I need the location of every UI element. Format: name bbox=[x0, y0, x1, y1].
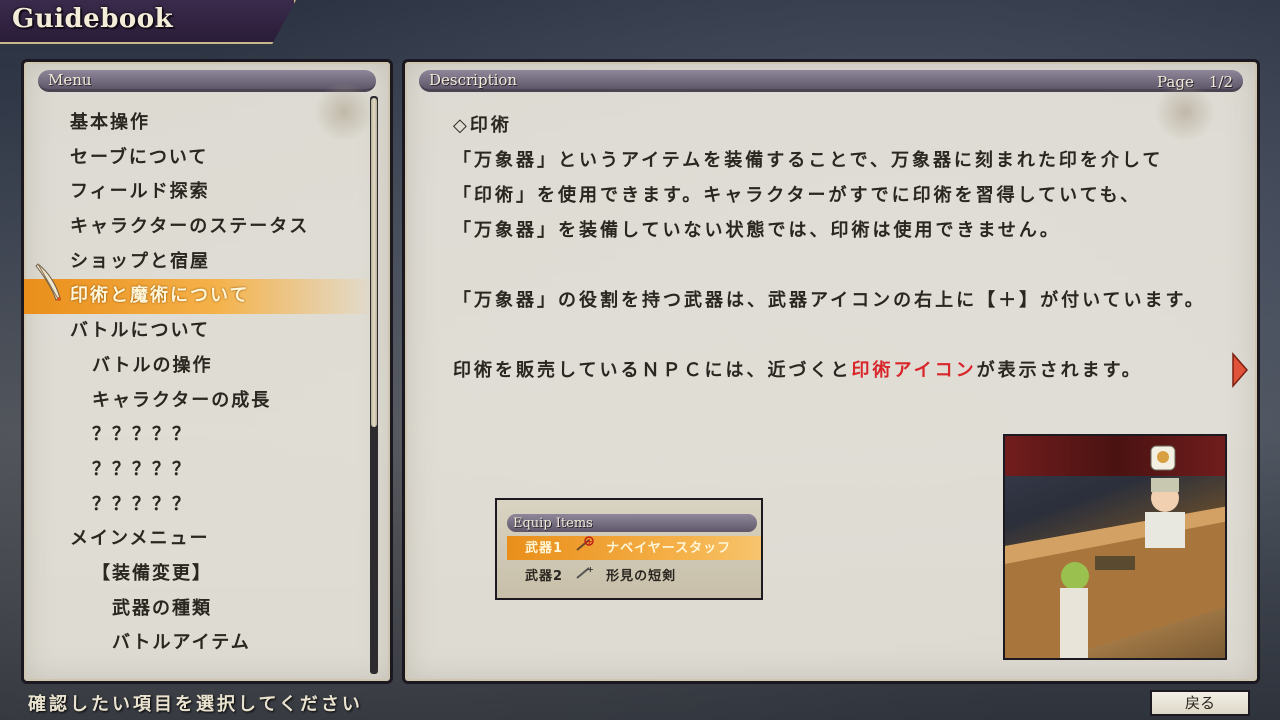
description-header-bar: Description Page 1/2 bbox=[419, 70, 1243, 92]
next-page-arrow-icon[interactable] bbox=[1231, 352, 1249, 388]
menu-item[interactable]: 基本操作 bbox=[24, 106, 374, 141]
menu-item[interactable]: ？？？？？ bbox=[24, 453, 374, 488]
menu-item[interactable]: 武器の種類 bbox=[24, 592, 374, 627]
equip-slot: 武器2 bbox=[525, 569, 564, 584]
equip-row: 武器2 + 形見の短剣 bbox=[507, 564, 761, 588]
equip-item-name: 形見の短剣 bbox=[606, 569, 677, 584]
menu-item[interactable]: キャラクターの成長 bbox=[24, 384, 374, 419]
page-title: Guidebook bbox=[12, 4, 174, 34]
staff-icon: + bbox=[575, 536, 597, 561]
menu-item[interactable]: キャラクターのステータス bbox=[24, 210, 374, 245]
dagger-icon: + bbox=[575, 564, 597, 589]
menu-item[interactable]: ？？？？？ bbox=[24, 418, 374, 453]
description-heading: ◇印術 bbox=[453, 115, 512, 136]
svg-text:+: + bbox=[586, 537, 594, 546]
description-line: 印術を販売しているＮＰＣには、近づくと印術アイコンが表示されます。 bbox=[453, 353, 1233, 388]
description-header-label: Description bbox=[429, 71, 518, 89]
svg-text:+: + bbox=[587, 565, 595, 574]
equip-row-selected: 武器1 + ナベイヤースタッフ bbox=[507, 536, 761, 560]
npc-shop-screenshot bbox=[1003, 434, 1227, 660]
menu-item[interactable]: ？？？？？ bbox=[24, 488, 374, 523]
menu-item-label: 印術と魔術について bbox=[70, 285, 250, 307]
menu-panel: Menu 基本操作 セーブについて フィールド探索 キャラクターのステータス シ… bbox=[21, 59, 393, 684]
description-line: 「万象器」を装備していない状態では、印術は使用できません。 bbox=[453, 220, 1061, 241]
description-text: が表示されます。 bbox=[976, 360, 1143, 381]
description-line: 「万象器」の役割を持つ武器は、武器アイコンの右上に【＋】が付いています。 bbox=[453, 290, 1206, 311]
equip-slot: 武器1 bbox=[525, 541, 564, 556]
equip-header-label: Equip Items bbox=[513, 516, 593, 531]
equip-items-screenshot: Equip Items 武器1 + ナベイヤースタッフ 武器2 + 形見の短剣 bbox=[495, 498, 763, 600]
menu-item[interactable]: 【装備変更】 bbox=[24, 557, 374, 592]
menu-item[interactable]: セーブについて bbox=[24, 141, 374, 176]
menu-item[interactable]: メインメニュー bbox=[24, 522, 374, 557]
description-body: ◇印術 「万象器」というアイテムを装備することで、万象器に刻まれた印を介して 「… bbox=[453, 108, 1233, 388]
menu-scrollbar[interactable] bbox=[370, 96, 378, 674]
menu-item[interactable]: フィールド探索 bbox=[24, 175, 374, 210]
menu-item[interactable]: バトルアイテム bbox=[24, 626, 374, 661]
scrollbar-thumb[interactable] bbox=[371, 98, 377, 427]
menu-list: 基本操作 セーブについて フィールド探索 キャラクターのステータス ショップと宿… bbox=[24, 106, 374, 661]
description-line: 「印術」を使用できます。キャラクターがすでに印術を習得していても、 bbox=[453, 185, 1142, 206]
back-button[interactable]: 戻る bbox=[1150, 690, 1250, 716]
description-line: 「万象器」というアイテムを装備することで、万象器に刻まれた印を介して bbox=[453, 150, 1164, 171]
menu-item[interactable]: ショップと宿屋 bbox=[24, 245, 374, 280]
description-text: 印術を販売しているＮＰＣには、近づくと bbox=[453, 360, 852, 381]
menu-header-label: Menu bbox=[48, 71, 92, 89]
menu-item[interactable]: バトルについて bbox=[24, 314, 374, 349]
description-panel: Description Page 1/2 ◇印術 「万象器」というアイテムを装備… bbox=[402, 59, 1260, 684]
quill-cursor-icon bbox=[35, 263, 61, 301]
menu-item-selected[interactable]: 印術と魔術について bbox=[24, 279, 374, 315]
menu-item[interactable]: バトルの操作 bbox=[24, 349, 374, 384]
highlighted-term: 印術アイコン bbox=[851, 360, 977, 381]
instruction-hint: 確認したい項目を選択してください bbox=[28, 694, 363, 715]
equip-item-name: ナベイヤースタッフ bbox=[606, 541, 732, 556]
